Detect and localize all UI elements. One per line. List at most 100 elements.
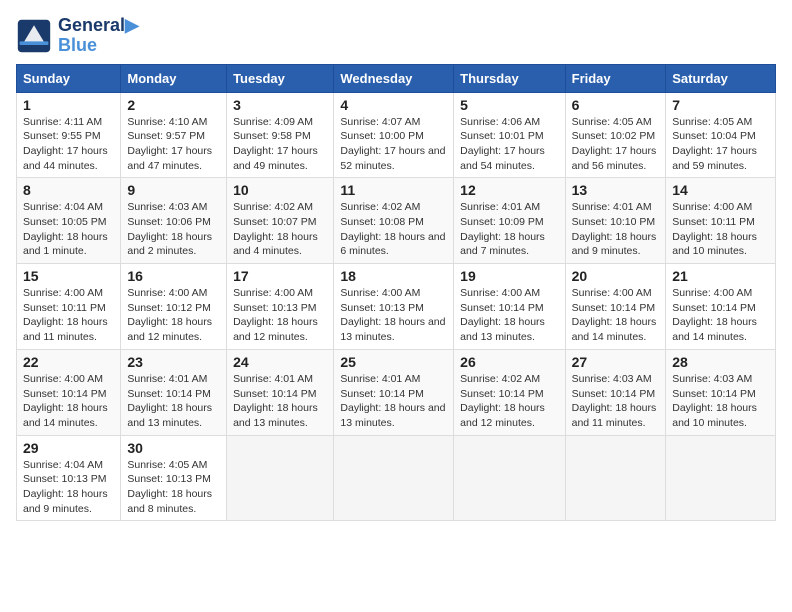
- sunrise-text: Sunrise: 4:01 AM: [340, 373, 420, 385]
- day-number: 20: [572, 268, 660, 284]
- sunset-text: Sunset: 10:14 PM: [460, 302, 543, 314]
- sunrise-text: Sunrise: 4:00 AM: [340, 287, 420, 299]
- sunrise-text: Sunrise: 4:06 AM: [460, 116, 540, 128]
- sunset-text: Sunset: 9:58 PM: [233, 130, 311, 142]
- daylight-text: Daylight: 18 hours and 14 minutes.: [572, 316, 657, 343]
- day-number: 3: [233, 97, 327, 113]
- calendar-cell: 20 Sunrise: 4:00 AM Sunset: 10:14 PM Daylig…: [565, 264, 666, 350]
- day-info: Sunrise: 4:03 AMSunset: 10:06 PMDaylight…: [127, 200, 220, 259]
- sunrise-text: Sunrise: 4:03 AM: [127, 201, 207, 213]
- calendar-cell: 19Sunrise: 4:00 AMSunset: 10:14 PMDaylig…: [454, 264, 565, 350]
- day-info: Sunrise: 4:00 AMSunset: 10:13 PMDaylight…: [233, 286, 327, 345]
- sunrise-text: Sunrise: 4:00 AM: [460, 287, 540, 299]
- sunset-text: Sunset: 10:05 PM: [23, 216, 106, 228]
- header-sunday: Sunday: [17, 64, 121, 92]
- sunset-text: Sunset: 10:10 PM: [572, 216, 655, 228]
- day-info: Sunrise: 4:00 AMSunset: 10:11 PMDaylight…: [672, 200, 769, 259]
- day-number: 21: [672, 268, 769, 284]
- sunrise-text: Sunrise: 4:02 AM: [340, 201, 420, 213]
- day-info: Sunrise: 4:03 AMSunset: 10:14 PMDaylight…: [572, 372, 660, 431]
- day-number: 23: [127, 354, 220, 370]
- daylight-text: Daylight: 18 hours and 9 minutes.: [23, 488, 108, 515]
- calendar-cell: 14 Sunrise: 4:00 AMSunset: 10:11 PMDaylig…: [666, 178, 776, 264]
- daylight-text: Daylight: 18 hours and 4 minutes.: [233, 231, 318, 258]
- day-number: 10: [233, 182, 327, 198]
- sunset-text: Sunset: 10:14 PM: [672, 388, 755, 400]
- sunrise-text: Sunrise: 4:00 AM: [572, 287, 652, 299]
- calendar-cell: 25Sunrise: 4:01 AMSunset: 10:14 PMDaylig…: [334, 349, 454, 435]
- calendar-cell: 17 Sunrise: 4:00 AMSunset: 10:13 PMDaylig…: [227, 264, 334, 350]
- day-number: 8: [23, 182, 114, 198]
- sunrise-text: Sunrise: 4:04 AM: [23, 459, 103, 471]
- calendar-cell: 13Sunrise: 4:01 AMSunset: 10:10 PMDaylig…: [565, 178, 666, 264]
- sunrise-text: Sunrise: 4:00 AM: [23, 373, 103, 385]
- day-info: Sunrise: 4:01 AMSunset: 10:14 PMDaylight…: [127, 372, 220, 431]
- calendar-cell: 15Sunrise: 4:00 AMSunset: 10:11 PMDaylig…: [17, 264, 121, 350]
- calendar-cell: 27 Sunrise: 4:03 AMSunset: 10:14 PMDaylig…: [565, 349, 666, 435]
- sunset-text: Sunset: 10:07 PM: [233, 216, 316, 228]
- day-number: 12: [460, 182, 558, 198]
- header-row: SundayMondayTuesdayWednesdayThursdayFrid…: [17, 64, 776, 92]
- day-info: Sunrise: 4:06 AMSunset: 10:01 PMDaylight…: [460, 115, 558, 174]
- calendar-cell: 26Sunrise: 4:02 AMSunset: 10:14 PMDaylig…: [454, 349, 565, 435]
- sunset-text: Sunset: 10:11 PM: [672, 216, 755, 228]
- day-number: 26: [460, 354, 558, 370]
- calendar-cell: 3 Sunrise: 4:09 AMSunset: 9:58 PMDaylight…: [227, 92, 334, 178]
- sunset-text: Sunset: 10:14 PM: [572, 302, 655, 314]
- daylight-text: Daylight: 18 hours and 10 minutes.: [672, 231, 757, 258]
- sunrise-text: Sunrise: 4:07 AM: [340, 116, 420, 128]
- calendar-cell: [454, 435, 565, 521]
- sunset-text: Sunset: 10:04 PM: [672, 130, 755, 142]
- sunset-text: Sunset: 10:06 PM: [127, 216, 210, 228]
- calendar-cell: [227, 435, 334, 521]
- header-friday: Friday: [565, 64, 666, 92]
- daylight-text: Daylight: 18 hours and 6 minutes.: [340, 231, 445, 258]
- daylight-text: Daylight: 18 hours and 7 minutes.: [460, 231, 545, 258]
- day-info: Sunrise: 4:05 AMSunset: 10:02 PMDaylight…: [572, 115, 660, 174]
- day-number: 22: [23, 354, 114, 370]
- day-number: 15: [23, 268, 114, 284]
- calendar-cell: 6Sunrise: 4:05 AMSunset: 10:02 PMDayligh…: [565, 92, 666, 178]
- daylight-text: Daylight: 17 hours and 47 minutes.: [127, 145, 212, 172]
- calendar-cell: 11Sunrise: 4:02 AMSunset: 10:08 PMDaylig…: [334, 178, 454, 264]
- sunrise-text: Sunrise: 4:02 AM: [460, 373, 540, 385]
- day-number: 30: [127, 440, 220, 456]
- sunrise-text: Sunrise: 4:01 AM: [233, 373, 313, 385]
- header-tuesday: Tuesday: [227, 64, 334, 92]
- calendar-cell: 30 Sunrise: 4:05 AMSunset: 10:13 PMDaylig…: [121, 435, 227, 521]
- sunset-text: Sunset: 10:11 PM: [23, 302, 106, 314]
- sunset-text: Sunset: 10:14 PM: [233, 388, 316, 400]
- sunrise-text: Sunrise: 4:00 AM: [127, 287, 207, 299]
- logo: General▶ Blue: [16, 16, 139, 56]
- day-info: Sunrise: 4:00 AMSunset: 10:11 PMDaylight…: [23, 286, 114, 345]
- daylight-text: Daylight: 18 hours and 13 minutes.: [340, 402, 445, 429]
- day-number: 2: [127, 97, 220, 113]
- day-number: 13: [572, 182, 660, 198]
- day-number: 17: [233, 268, 327, 284]
- sunrise-text: Sunrise: 4:02 AM: [233, 201, 313, 213]
- day-number: 27: [572, 354, 660, 370]
- sunset-text: Sunset: 10:00 PM: [340, 130, 423, 142]
- day-number: 9: [127, 182, 220, 198]
- day-number: 14: [672, 182, 769, 198]
- calendar-cell: 29Sunrise: 4:04 AMSunset: 10:13 PMDaylig…: [17, 435, 121, 521]
- header: General▶ Blue: [16, 16, 776, 56]
- day-info: Sunrise: 4:09 AMSunset: 9:58 PMDaylight:…: [233, 115, 327, 174]
- calendar-cell: 10 Sunrise: 4:02 AM Sunset: 10:07 PM Daylig…: [227, 178, 334, 264]
- sunrise-text: Sunrise: 4:00 AM: [23, 287, 103, 299]
- day-number: 7: [672, 97, 769, 113]
- calendar-cell: 23 Sunrise: 4:01 AMSunset: 10:14 PMDaylig…: [121, 349, 227, 435]
- calendar-cell: [666, 435, 776, 521]
- calendar-cell: 12Sunrise: 4:01 AMSunset: 10:09 PMDaylig…: [454, 178, 565, 264]
- week-row-1: 1Sunrise: 4:11 AMSunset: 9:55 PMDaylight…: [17, 92, 776, 178]
- daylight-text: Daylight: 17 hours and 56 minutes.: [572, 145, 657, 172]
- day-info: Sunrise: 4:00 AMSunset: 10:14 PMDaylight…: [460, 286, 558, 345]
- day-number: 28: [672, 354, 769, 370]
- day-info: Sunrise: 4:05 AMSunset: 10:13 PMDaylight…: [127, 458, 220, 517]
- day-info: Sunrise: 4:00 AM Sunset: 10:14 PM Daylight…: [572, 286, 660, 345]
- day-info: Sunrise: 4:05 AMSunset: 10:04 PMDaylight…: [672, 115, 769, 174]
- sunrise-text: Sunrise: 4:01 AM: [127, 373, 207, 385]
- calendar-cell: 28Sunrise: 4:03 AMSunset: 10:14 PMDaylig…: [666, 349, 776, 435]
- day-number: 5: [460, 97, 558, 113]
- daylight-text: Daylight: 18 hours and 13 minutes.: [127, 402, 212, 429]
